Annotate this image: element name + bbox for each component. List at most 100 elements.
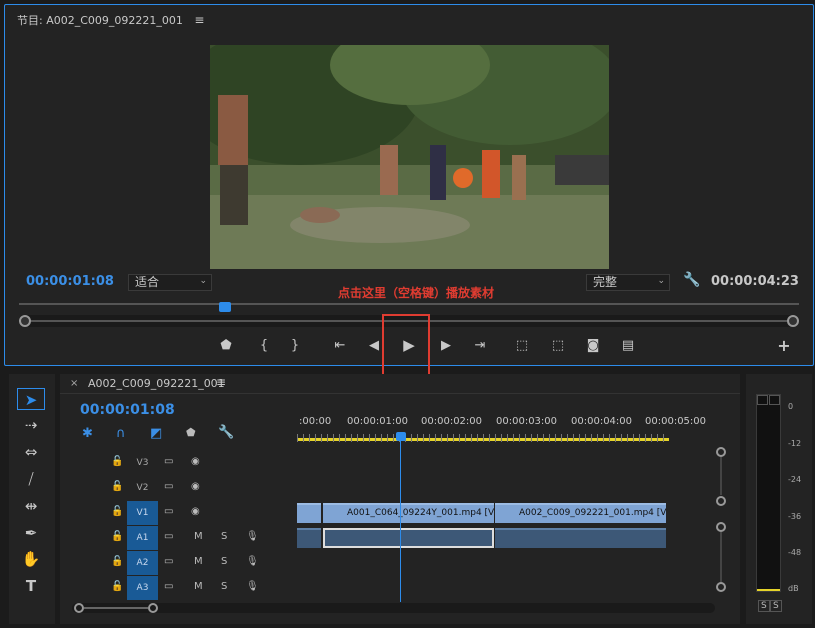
add-button-plus-icon[interactable]: +: [774, 336, 794, 355]
program-time-ruler[interactable]: [19, 303, 799, 305]
add-marker-icon[interactable]: ⬟: [186, 426, 196, 439]
hamburger-icon[interactable]: ≡: [216, 375, 226, 389]
mute-button[interactable]: M: [194, 531, 203, 542]
film-icon[interactable]: ▭: [164, 531, 173, 542]
meter-bars: [756, 394, 781, 592]
microphone-icon[interactable]: 🎙: [246, 531, 259, 542]
ripple-edit-icon[interactable]: ⇔: [17, 441, 45, 463]
track-label[interactable]: A1: [127, 526, 158, 550]
snap-magnet-icon[interactable]: ∩: [116, 426, 126, 441]
track-select-forward-icon[interactable]: ⇢: [17, 414, 45, 436]
export-frame-camera-icon[interactable]: ◙: [583, 338, 603, 353]
pen-icon[interactable]: ✒: [17, 522, 45, 544]
wrench-icon[interactable]: 🔧: [683, 272, 700, 288]
solo-button[interactable]: S: [221, 531, 227, 542]
quality-dropdown[interactable]: 完整 ⌄: [586, 274, 670, 291]
close-tab-icon[interactable]: ×: [70, 378, 78, 389]
track-label[interactable]: V2: [127, 476, 158, 500]
program-playhead[interactable]: [218, 302, 231, 312]
extract-icon[interactable]: ⬚: [548, 338, 568, 353]
track-label[interactable]: V1: [127, 501, 158, 525]
mark-out-button[interactable]: }: [285, 338, 305, 353]
audio-clip[interactable]: [495, 528, 666, 548]
mute-button[interactable]: M: [194, 581, 203, 592]
mute-button[interactable]: M: [194, 556, 203, 567]
microphone-icon[interactable]: 🎙: [246, 556, 259, 567]
meter-scale-label: -12: [788, 439, 802, 448]
lock-icon[interactable]: 🔓: [111, 506, 123, 517]
zoom-handle-left[interactable]: [19, 315, 31, 327]
scroll-handle-right[interactable]: [148, 603, 158, 613]
scroll-handle-left[interactable]: [74, 603, 84, 613]
audio-clip-selected[interactable]: [323, 528, 494, 548]
duration-timecode: 00:00:04:23: [711, 274, 799, 289]
scroll-thumb[interactable]: [84, 607, 148, 609]
vertical-scroll-handle[interactable]: [716, 582, 726, 592]
film-icon[interactable]: ▭: [164, 556, 173, 567]
video-frame-image: [210, 45, 609, 269]
go-to-in-icon[interactable]: ⇤: [330, 338, 350, 353]
vertical-scroll-track[interactable]: [720, 532, 722, 582]
meter-scale-label: dB: [788, 584, 799, 593]
audio-clip[interactable]: [297, 528, 321, 548]
mark-in-button[interactable]: {: [254, 338, 274, 353]
horizontal-scrollbar[interactable]: [72, 603, 715, 613]
film-icon[interactable]: ▭: [164, 481, 173, 492]
razor-icon[interactable]: ⧸: [17, 468, 45, 490]
track-label[interactable]: A2: [127, 551, 158, 575]
film-icon[interactable]: ▭: [164, 506, 173, 517]
solo-button[interactable]: S: [221, 556, 227, 567]
lift-icon[interactable]: ⬚: [512, 338, 532, 353]
slip-tool-icon[interactable]: ⇹: [17, 495, 45, 517]
timeline-tab-title[interactable]: A002_C009_092221_001: [88, 377, 225, 390]
vertical-scroll-handle[interactable]: [716, 522, 726, 532]
timeline-panel: × A002_C009_092221_001 ≡ 00:00:01:08 ✱ ∩…: [60, 374, 740, 624]
vertical-scroll-handle[interactable]: [716, 496, 726, 506]
step-back-icon[interactable]: ◀: [364, 338, 384, 353]
comparison-view-icon[interactable]: ▤: [618, 338, 638, 353]
vertical-scroll-track[interactable]: [720, 457, 722, 495]
fit-dropdown[interactable]: 适合 ⌄: [128, 274, 212, 291]
eye-icon[interactable]: ◉: [191, 456, 200, 467]
eye-icon[interactable]: ◉: [191, 481, 200, 492]
lock-icon[interactable]: 🔓: [111, 556, 123, 567]
solo-button[interactable]: S: [221, 581, 227, 592]
lock-icon[interactable]: 🔓: [111, 456, 123, 467]
nest-sequence-icon[interactable]: ✱: [82, 426, 93, 441]
ruler-label: 00:00:04:00: [571, 416, 633, 427]
hamburger-icon[interactable]: ≡: [194, 13, 204, 27]
ruler-label: 00:00:05:00: [645, 416, 707, 427]
video-clip[interactable]: A002_C009_092221_001.mp4 [V]: [495, 503, 666, 523]
track-label[interactable]: A3: [127, 576, 158, 600]
clip-video-start[interactable]: [297, 503, 321, 523]
solo-left-button[interactable]: S: [758, 600, 770, 612]
zoom-handle-right[interactable]: [787, 315, 799, 327]
timeline-playhead[interactable]: [396, 432, 406, 441]
meter-scale-label: -24: [788, 475, 802, 484]
ruler-label: 00:00:01:00: [347, 416, 409, 427]
wrench-icon[interactable]: 🔧: [218, 425, 234, 440]
film-icon[interactable]: ▭: [164, 456, 173, 467]
track-label[interactable]: V3: [127, 451, 158, 475]
timeline-timecode[interactable]: 00:00:01:08: [80, 402, 175, 418]
selection-tool-arrow-icon[interactable]: ➤: [17, 388, 45, 410]
go-to-out-icon[interactable]: ⇥: [470, 338, 490, 353]
vertical-scroll-handle[interactable]: [716, 447, 726, 457]
lock-icon[interactable]: 🔓: [111, 481, 123, 492]
add-marker-icon[interactable]: ⬟: [216, 338, 236, 353]
eye-icon[interactable]: ◉: [191, 506, 200, 517]
video-clip[interactable]: A001_C064_09224Y_001.mp4 [V]: [323, 503, 494, 523]
type-tool-icon[interactable]: T: [17, 575, 45, 597]
lock-icon[interactable]: 🔓: [111, 531, 123, 542]
ruler-label: :00:00: [299, 416, 332, 427]
quality-dropdown-value: 完整: [593, 275, 618, 289]
microphone-icon[interactable]: 🎙: [246, 581, 259, 592]
step-forward-icon[interactable]: ▶: [436, 338, 456, 353]
linked-selection-icon[interactable]: ◩: [150, 426, 162, 441]
hand-icon[interactable]: ✋: [17, 548, 45, 570]
program-current-timecode[interactable]: 00:00:01:08: [26, 274, 114, 289]
solo-right-button[interactable]: S: [770, 600, 782, 612]
peak-indicator-left: [757, 395, 768, 405]
lock-icon[interactable]: 🔓: [111, 581, 123, 592]
film-icon[interactable]: ▭: [164, 581, 173, 592]
